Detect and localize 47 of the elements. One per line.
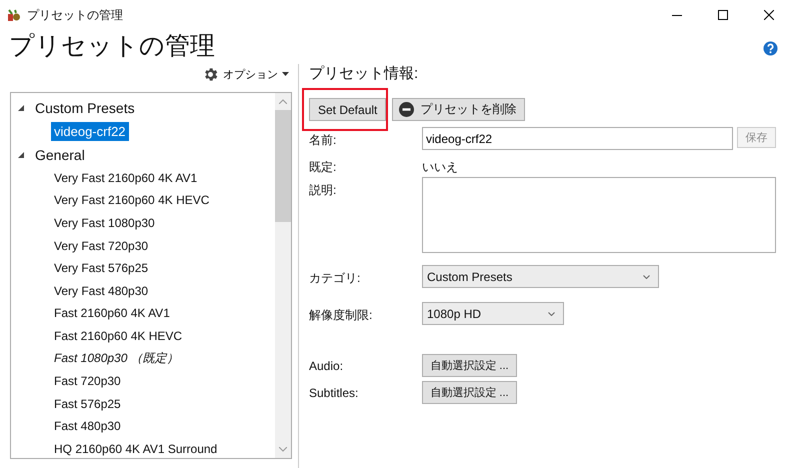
help-icon[interactable] xyxy=(763,41,778,56)
name-field[interactable]: videog-crf22 xyxy=(422,127,733,150)
preset-item[interactable]: Fast 480p30 xyxy=(51,417,124,436)
window-title: プリセットの管理 xyxy=(27,6,124,24)
field-label: Subtitles: xyxy=(309,385,360,402)
minus-circle-icon xyxy=(399,102,414,117)
chevron-down-icon xyxy=(548,312,555,316)
options-menu-button[interactable]: オプション xyxy=(199,64,292,84)
caret-icon xyxy=(282,72,289,76)
page-heading: プリセットの管理 xyxy=(9,31,216,62)
preset-item[interactable]: Very Fast 1080p30 xyxy=(51,214,158,232)
tree-group[interactable]: Custom Presets xyxy=(35,100,135,116)
gear-icon xyxy=(202,66,219,82)
preset-item[interactable]: Fast 1080p30 （既定） xyxy=(51,348,182,370)
section-title: プリセット情報: xyxy=(309,64,420,84)
field-label: Audio: xyxy=(309,358,344,375)
preset-item[interactable]: Very Fast 480p30 xyxy=(51,282,152,300)
field-label: 説明: xyxy=(309,182,338,199)
default-value: いいえ xyxy=(422,159,458,176)
preset-item[interactable]: Fast 2160p60 4K AV1 xyxy=(51,304,173,322)
field-label: カテゴリ: xyxy=(309,270,362,287)
preset-item[interactable]: Very Fast 720p30 xyxy=(51,236,152,255)
preset-item[interactable]: Very Fast 2160p60 4K AV1 xyxy=(51,168,200,187)
field-label: 名前: xyxy=(309,132,338,149)
subtitle-settings-button[interactable]: 自動選択設定 ... xyxy=(422,381,517,404)
resolution-dropdown[interactable]: 1080p HD xyxy=(422,302,564,325)
preset-item[interactable]: Fast 576p25 xyxy=(51,394,124,413)
expander-icon[interactable] xyxy=(18,105,24,111)
chevron-down-icon xyxy=(643,274,650,278)
preset-item[interactable]: Fast 720p30 xyxy=(51,372,124,390)
preset-item[interactable]: Very Fast 2160p60 4K HEVC xyxy=(51,191,212,210)
category-dropdown[interactable]: Custom Presets xyxy=(422,265,659,288)
set-default-button[interactable]: Set Default xyxy=(309,98,386,121)
field-label: 解像度制限: xyxy=(309,307,374,324)
app-icon xyxy=(7,8,21,22)
preset-item[interactable]: Fast 2160p60 4K HEVC xyxy=(51,327,186,346)
preset-item[interactable]: HQ 2160p60 4K AV1 Surround xyxy=(51,440,220,458)
preset-item[interactable]: Very Fast 576p25 xyxy=(51,259,152,278)
preset-item[interactable]: videog-crf22 xyxy=(51,122,129,141)
expander-icon[interactable] xyxy=(18,152,24,158)
delete-preset-button[interactable]: プリセットを削除 xyxy=(392,98,526,121)
field-label: 既定: xyxy=(309,159,338,176)
maximize-icon[interactable] xyxy=(718,10,728,20)
audio-settings-button[interactable]: 自動選択設定 ... xyxy=(422,354,517,377)
description-field[interactable] xyxy=(422,177,776,253)
tree-group[interactable]: General xyxy=(35,146,85,163)
close-icon[interactable] xyxy=(764,10,774,20)
